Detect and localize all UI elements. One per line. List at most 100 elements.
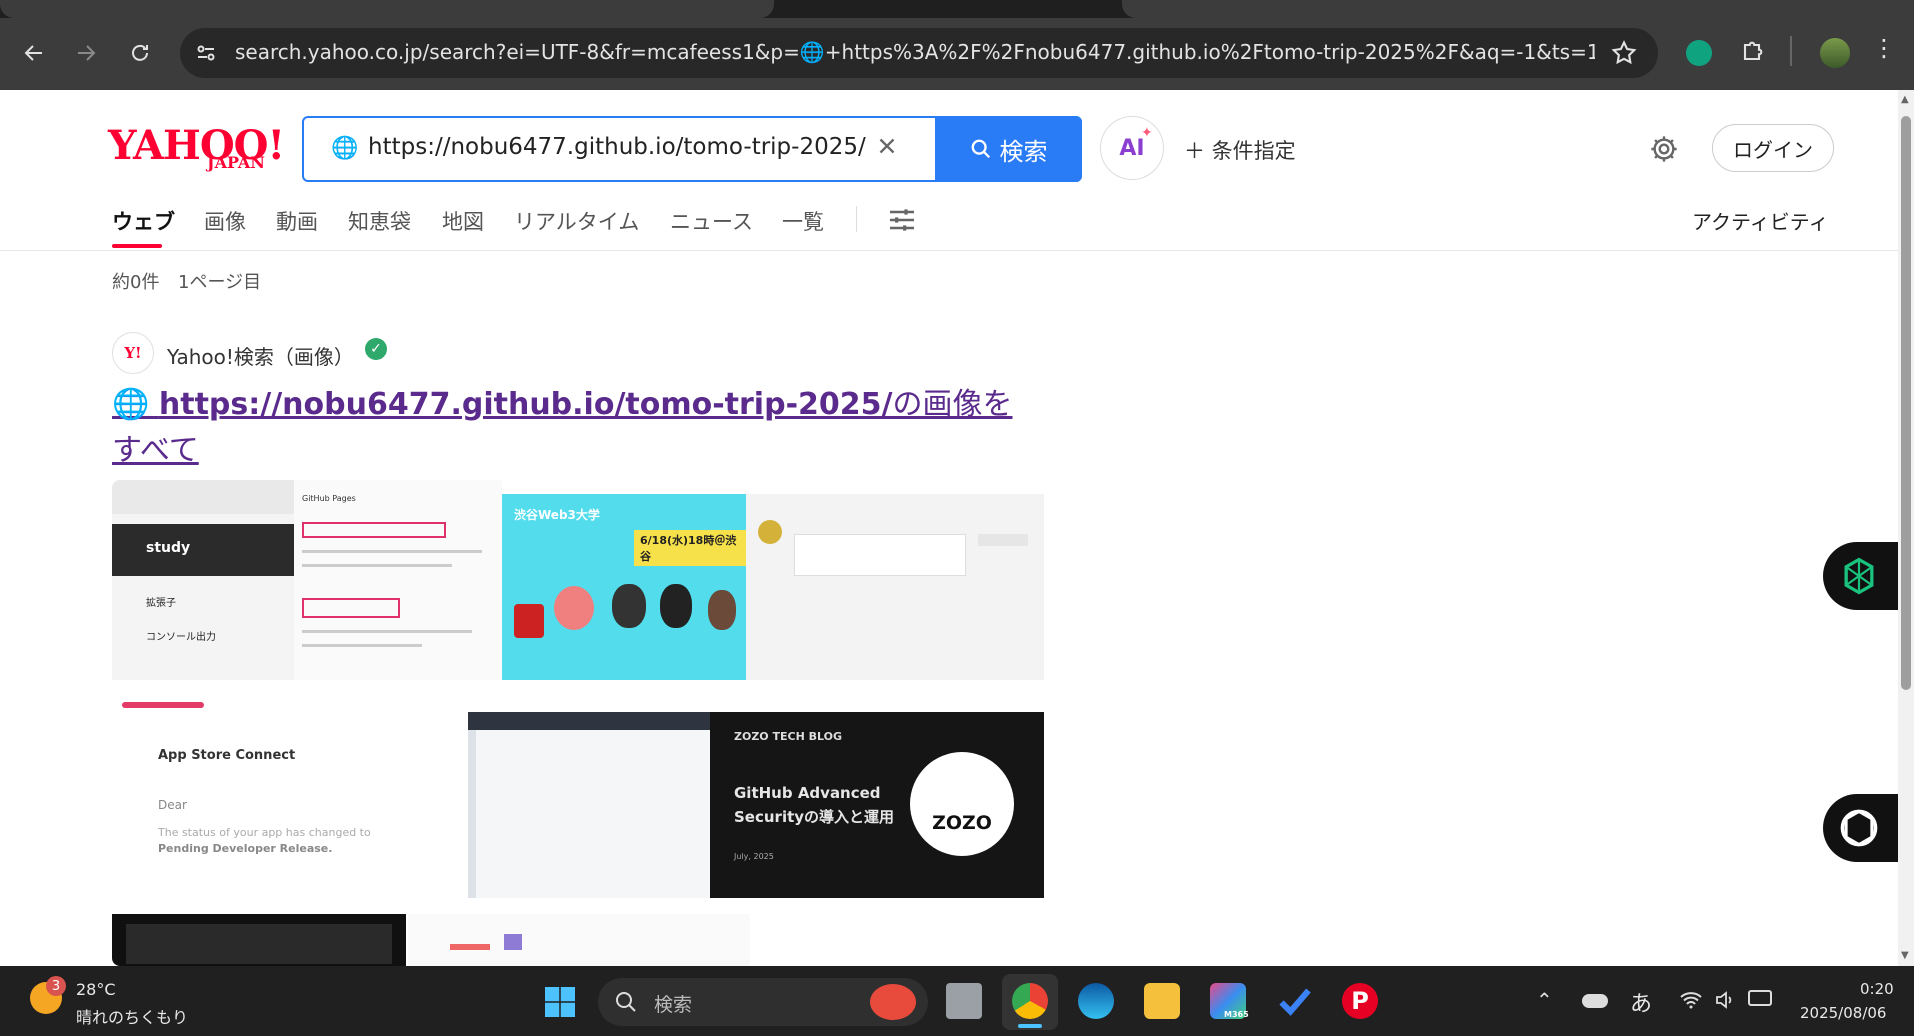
thumb-title: GitHub Pages bbox=[302, 494, 356, 503]
thumb-text: コンソール出力 bbox=[146, 632, 216, 643]
profile-avatar[interactable] bbox=[1820, 38, 1850, 68]
header-divider bbox=[0, 250, 1898, 251]
taskbar-search-placeholder: 検索 bbox=[654, 994, 693, 1016]
thumb-text: ZOZO TECH BLOG bbox=[734, 730, 842, 743]
url-text: search.yahoo.co.jp/search?ei=UTF-8&fr=mc… bbox=[235, 40, 1595, 64]
activity-link[interactable]: アクティビティ bbox=[1692, 206, 1829, 235]
image-thumbnail[interactable]: study 拡張子 コンソール出力 bbox=[112, 480, 294, 680]
thumb-text: Dear bbox=[158, 798, 187, 812]
task-view-icon[interactable] bbox=[946, 983, 982, 1019]
globe-icon: 🌐 bbox=[331, 136, 359, 161]
ime-indicator[interactable]: あ bbox=[1630, 986, 1652, 1018]
result-count: 約0件 bbox=[112, 272, 160, 293]
image-thumbnail[interactable] bbox=[468, 712, 710, 898]
clear-search-icon[interactable] bbox=[874, 133, 900, 163]
weather-text: 晴れのちくもり bbox=[76, 1008, 189, 1027]
tab-web[interactable]: ウェブ bbox=[112, 206, 175, 236]
chatgpt-extension-icon[interactable] bbox=[1686, 40, 1712, 66]
image-thumbnail[interactable]: ZOZO TECH BLOG GitHub Advanced Securityの… bbox=[710, 712, 1044, 898]
browser-tab[interactable] bbox=[1122, 0, 1914, 18]
reload-button[interactable] bbox=[120, 33, 160, 73]
search-icon bbox=[614, 990, 638, 1018]
scroll-up-icon[interactable]: ▲ bbox=[1901, 94, 1909, 105]
search-icon bbox=[971, 139, 990, 159]
scroll-down-icon[interactable]: ▼ bbox=[1901, 950, 1909, 961]
zozo-logo-text: ZOZO bbox=[932, 812, 992, 834]
conditions-link[interactable]: ＋ 条件指定 bbox=[1184, 135, 1296, 165]
thumb-title: GitHub Advanced bbox=[734, 784, 881, 802]
image-thumbnail[interactable]: 渋谷Web3大学 6/18(水)18時＠渋谷 bbox=[502, 494, 746, 680]
m365-label: M365 bbox=[1224, 1010, 1249, 1019]
zozo-logo: ZOZO bbox=[910, 752, 1014, 856]
pinterest-icon[interactable]: P bbox=[1342, 983, 1378, 1019]
edge-icon[interactable] bbox=[1078, 983, 1114, 1019]
tab-realtime[interactable]: リアルタイム bbox=[514, 206, 639, 236]
image-thumbnail[interactable] bbox=[408, 914, 750, 966]
result-title-url: https://nobu6477.github.io/tomo-trip-202… bbox=[158, 387, 893, 422]
globe-icon: 🌐 bbox=[112, 387, 159, 422]
verified-check-icon: ✓ bbox=[365, 338, 387, 360]
tab-map[interactable]: 地図 bbox=[442, 206, 484, 236]
thumb-text: 拡張子 bbox=[146, 598, 176, 609]
bookmark-star-icon[interactable] bbox=[1610, 39, 1638, 71]
image-thumbnail[interactable] bbox=[746, 494, 1044, 680]
result-page: 1ページ目 bbox=[178, 272, 262, 293]
browser-tab-active[interactable] bbox=[0, 0, 774, 18]
tab-chiebukuro[interactable]: 知恵袋 bbox=[348, 206, 411, 236]
active-tab-indicator bbox=[112, 244, 162, 248]
login-button[interactable]: ログイン bbox=[1712, 124, 1834, 172]
extensions-icon[interactable] bbox=[1738, 38, 1766, 70]
clock-date[interactable]: 2025/08/06 bbox=[1800, 1004, 1886, 1022]
thumb-text: Pending Developer Release. bbox=[158, 842, 333, 855]
volume-icon[interactable] bbox=[1712, 988, 1738, 1016]
thumb-title: App Store Connect bbox=[158, 748, 296, 763]
filter-sliders-icon[interactable] bbox=[886, 204, 918, 240]
windows-start-icon[interactable] bbox=[542, 984, 578, 1024]
forward-button[interactable] bbox=[66, 33, 106, 73]
image-thumbnail[interactable]: App Store Connect Dear The status of you… bbox=[112, 688, 402, 878]
chevron-up-icon[interactable]: ⌃ bbox=[1536, 988, 1553, 1012]
back-arrow-icon bbox=[24, 45, 42, 61]
menu-dots-icon[interactable]: ⋮ bbox=[1872, 34, 1896, 62]
thumb-text: July, 2025 bbox=[734, 852, 774, 861]
sparkle-icon: ✦ bbox=[1141, 125, 1153, 141]
tab-list[interactable]: 一覧 bbox=[782, 206, 824, 236]
clock-time[interactable]: 0:20 bbox=[1860, 980, 1894, 998]
file-explorer-icon[interactable] bbox=[1144, 983, 1180, 1019]
yahoo-logo-sub: JAPAN bbox=[207, 153, 265, 172]
image-thumbnail[interactable]: GitHub Pages bbox=[294, 480, 502, 680]
thumb-title: Securityの導入と運用 bbox=[734, 808, 895, 826]
settings-gear-icon[interactable] bbox=[1648, 133, 1680, 169]
chrome-icon bbox=[1012, 983, 1048, 1019]
battery-icon[interactable] bbox=[1748, 990, 1772, 1006]
source-name[interactable]: Yahoo!検索（画像） bbox=[167, 341, 354, 370]
image-thumbnail[interactable] bbox=[112, 914, 406, 966]
wifi-icon[interactable] bbox=[1678, 988, 1704, 1016]
search-input[interactable]: https://nobu6477.github.io/tomo-trip-202… bbox=[368, 134, 866, 160]
search-button-label: 検索 bbox=[999, 137, 1048, 166]
thumb-text: The status of your app has changed to bbox=[158, 826, 371, 839]
thumb-text: 6/18(水)18時＠渋谷 bbox=[634, 530, 746, 566]
tab-video[interactable]: 動画 bbox=[276, 206, 318, 236]
scrollbar-thumb[interactable] bbox=[1901, 116, 1911, 690]
search-highlight-icon bbox=[870, 984, 916, 1020]
thumb-title: 渋谷Web3大学 bbox=[514, 508, 600, 522]
back-button[interactable] bbox=[14, 33, 54, 73]
source-favicon: Y! bbox=[112, 332, 154, 374]
onedrive-cloud-icon[interactable] bbox=[1582, 994, 1608, 1008]
weather-badge: 3 bbox=[46, 976, 66, 996]
active-app-indicator bbox=[1018, 1024, 1042, 1028]
ai-assistant-button[interactable]: AI ✦ bbox=[1100, 116, 1164, 180]
tab-images[interactable]: 画像 bbox=[204, 206, 246, 236]
site-info-icon[interactable] bbox=[194, 41, 218, 69]
toolbar-divider bbox=[1790, 36, 1792, 66]
image-grid: study 拡張子 コンソール出力 GitHub Pages 渋谷Web3大学 … bbox=[112, 480, 1044, 966]
openai-icon bbox=[1840, 809, 1878, 847]
temperature: 28°C bbox=[76, 980, 116, 999]
todo-check-icon[interactable] bbox=[1276, 983, 1314, 1023]
tab-divider bbox=[856, 206, 857, 232]
forward-arrow-icon bbox=[78, 45, 96, 61]
tab-news[interactable]: ニュース bbox=[670, 206, 753, 236]
reload-icon bbox=[132, 44, 148, 61]
search-button[interactable]: 検索 bbox=[935, 116, 1082, 182]
